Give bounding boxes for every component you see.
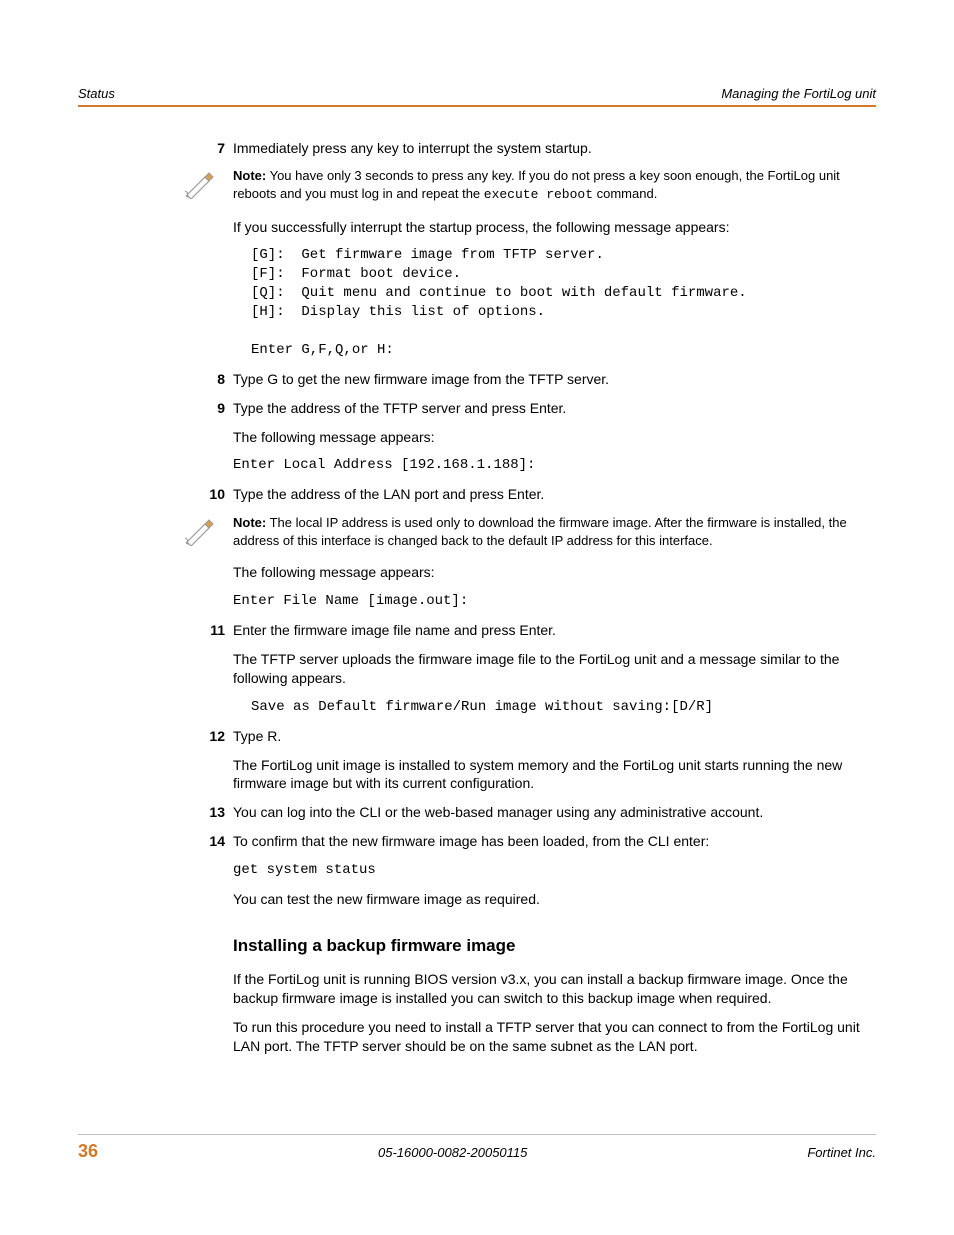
para-interrupt: If you successfully interrupt the startu… [233,218,876,237]
boot-menu-output: [G]: Get firmware image from TFTP server… [233,246,876,359]
step-12: 12 Type R. [233,727,876,746]
para-after14: You can test the new firmware image as r… [233,890,876,909]
step-13: 13 You can log into the CLI or the web-b… [233,803,876,822]
section-heading: Installing a backup firmware image [233,935,876,958]
pencil-note-icon [183,512,223,546]
step-9: 9 Type the address of the TFTP server an… [233,399,876,418]
step-text: Enter the firmware image file name and p… [233,621,876,640]
header-left: Status [78,85,115,103]
content-area: 7 Immediately press any key to interrupt… [78,139,876,1056]
page-number: 36 [78,1139,98,1163]
note-label: Note: [233,515,266,530]
step-text: You can log into the CLI or the web-base… [233,803,876,822]
para-after11: The TFTP server uploads the firmware ima… [233,650,876,688]
note-1: Note: You have only 3 seconds to press a… [233,167,876,203]
step-text: Type R. [233,727,876,746]
note-text: Note: The local IP address is used only … [233,514,876,549]
section-para-2: To run this procedure you need to instal… [233,1018,876,1056]
step-number: 11 [195,621,225,640]
page: Status Managing the FortiLog unit 7 Imme… [0,0,954,1235]
step-text: Type G to get the new firmware image fro… [233,370,876,389]
step-number: 12 [195,727,225,746]
step-10: 10 Type the address of the LAN port and … [233,485,876,504]
get-system-status-output: get system status [233,861,876,880]
step-text: To confirm that the new firmware image h… [233,832,876,851]
footer-company: Fortinet Inc. [807,1144,876,1162]
note-label: Note: [233,168,266,183]
save-default-output: Save as Default firmware/Run image witho… [233,698,876,717]
para-after12: The FortiLog unit image is installed to … [233,756,876,794]
step-number: 7 [195,139,225,158]
step-14: 14 To confirm that the new firmware imag… [233,832,876,851]
step-number: 8 [195,370,225,389]
enter-file-name-output: Enter File Name [image.out]: [233,592,876,611]
footer-doc-id: 05-16000-0082-20050115 [378,1144,527,1162]
step-8: 8 Type G to get the new firmware image f… [233,370,876,389]
step-number: 9 [195,399,225,418]
header-right: Managing the FortiLog unit [721,85,876,103]
step-number: 14 [195,832,225,851]
step-7: 7 Immediately press any key to interrupt… [233,139,876,158]
header-rule [78,105,876,107]
pencil-note-icon [183,165,223,199]
section-para-1: If the FortiLog unit is running BIOS ver… [233,970,876,1008]
step-11: 11 Enter the firmware image file name an… [233,621,876,640]
note-2: Note: The local IP address is used only … [233,514,876,549]
page-footer: 36 05-16000-0082-20050115 Fortinet Inc. [78,1134,876,1163]
step-number: 13 [195,803,225,822]
note-body-2: command. [593,186,657,201]
para-after9: The following message appears: [233,428,876,447]
enter-local-address-output: Enter Local Address [192.168.1.188]: [233,456,876,475]
step-text: Type the address of the LAN port and pre… [233,485,876,504]
step-text: Immediately press any key to interrupt t… [233,139,876,158]
note-inline-code: execute reboot [484,187,593,202]
footer-rule [78,1134,876,1135]
step-text: Type the address of the TFTP server and … [233,399,876,418]
para-after10: The following message appears: [233,563,876,582]
note-body: The local IP address is used only to dow… [233,515,847,548]
note-text: Note: You have only 3 seconds to press a… [233,167,876,203]
footer-row: 36 05-16000-0082-20050115 Fortinet Inc. [78,1139,876,1163]
step-number: 10 [195,485,225,504]
running-header: Status Managing the FortiLog unit [78,85,876,103]
